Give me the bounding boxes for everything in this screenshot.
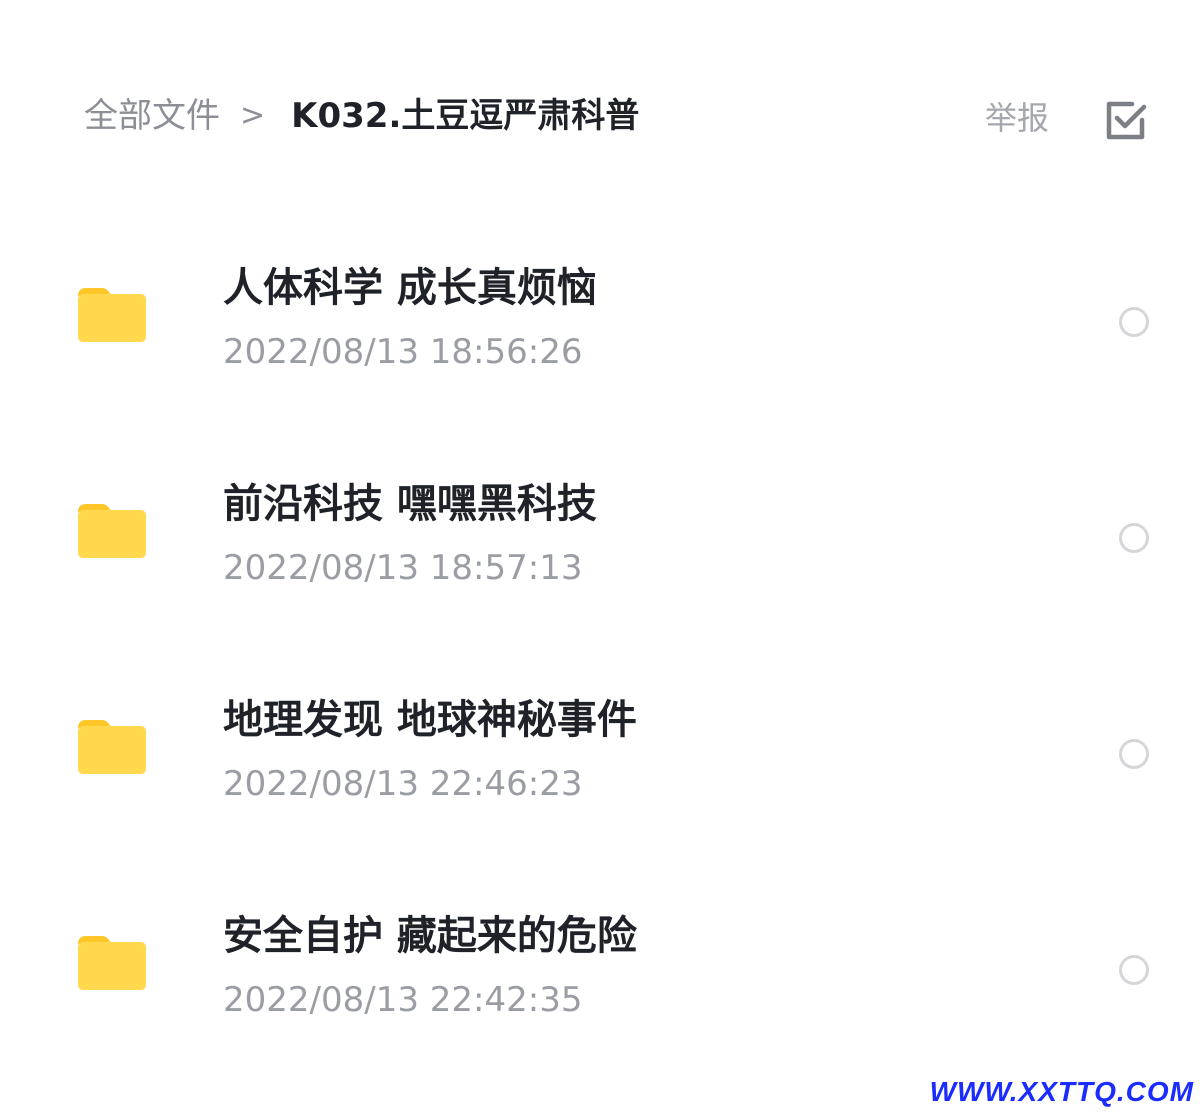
report-button[interactable]: 举报 — [985, 94, 1049, 142]
select-radio[interactable] — [1119, 307, 1149, 337]
checkbox-check-icon — [1106, 101, 1147, 140]
folder-name: 安全自护 藏起来的危险 — [223, 913, 637, 959]
folder-name: 前沿科技 嘿嘿黑科技 — [223, 481, 597, 527]
breadcrumb-root-link[interactable]: 全部文件 — [84, 92, 220, 140]
folder-date: 2022/08/13 22:42:35 — [223, 980, 583, 1020]
folder-icon — [78, 720, 146, 774]
folder-icon — [78, 504, 146, 558]
folder-name: 地理发现 地球神秘事件 — [223, 697, 637, 743]
folder-name: 人体科学 成长真烦恼 — [223, 265, 597, 311]
header-bar: 全部文件 > K032.土豆逗严肃科普 举报 — [0, 0, 1200, 230]
select-radio[interactable] — [1119, 739, 1149, 769]
folder-row[interactable]: 地理发现 地球神秘事件 2022/08/13 22:46:23 — [0, 662, 1200, 878]
folder-row[interactable]: 前沿科技 嘿嘿黑科技 2022/08/13 18:57:13 — [0, 446, 1200, 662]
folder-date: 2022/08/13 18:57:13 — [223, 548, 583, 588]
file-list: 人体科学 成长真烦恼 2022/08/13 18:56:26 前沿科技 嘿嘿黑科… — [0, 230, 1200, 1094]
folder-row[interactable]: 安全自护 藏起来的危险 2022/08/13 22:42:35 — [0, 878, 1200, 1094]
folder-date: 2022/08/13 22:46:23 — [223, 764, 583, 804]
select-mode-button[interactable] — [1102, 96, 1150, 144]
breadcrumb-current-folder: K032.土豆逗严肃科普 — [291, 96, 640, 136]
folder-row[interactable]: 人体科学 成长真烦恼 2022/08/13 18:56:26 — [0, 230, 1200, 446]
breadcrumb-separator: > — [240, 98, 266, 133]
folder-icon — [78, 288, 146, 342]
folder-date: 2022/08/13 18:56:26 — [223, 332, 583, 372]
breadcrumb: 全部文件 > K032.土豆逗严肃科普 — [84, 92, 639, 140]
folder-icon — [78, 936, 146, 990]
select-radio[interactable] — [1119, 955, 1149, 985]
select-radio[interactable] — [1119, 523, 1149, 553]
watermark: WWW.XXTTQ.COM — [929, 1076, 1194, 1107]
